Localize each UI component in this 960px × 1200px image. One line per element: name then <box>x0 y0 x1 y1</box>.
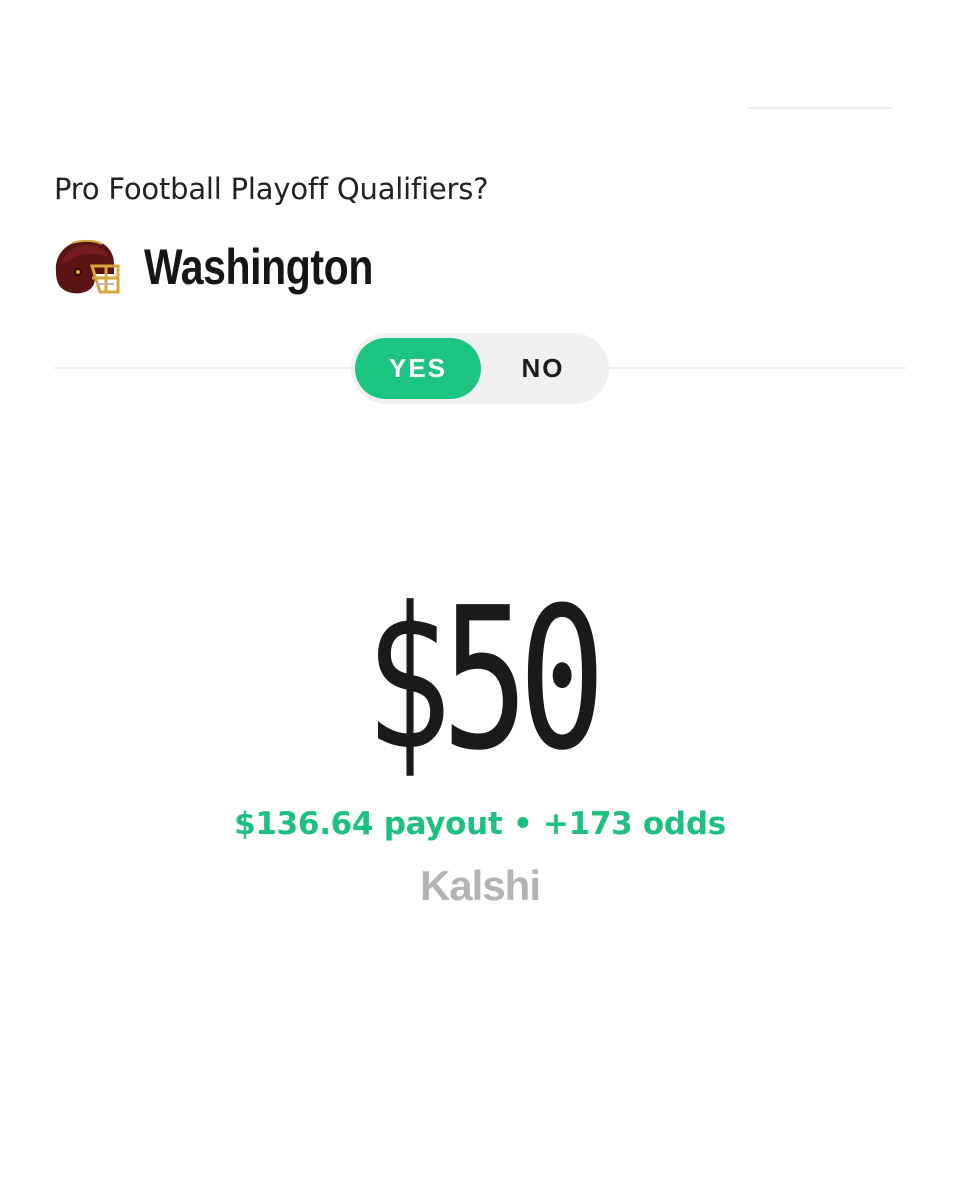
payout-odds-text: $136.64 payout • +173 odds <box>234 806 726 842</box>
yes-no-toggle: YES NO <box>351 333 609 404</box>
bet-amount[interactable]: $50 <box>0 575 960 785</box>
team-name: Washington <box>144 239 373 295</box>
brand-logo: Kalshi <box>419 862 541 909</box>
market-question: Pro Football Playoff Qualifiers? <box>54 172 489 206</box>
football-helmet-icon <box>55 239 120 294</box>
team-row: Washington <box>50 232 423 302</box>
top-divider <box>748 107 892 109</box>
no-button[interactable]: NO <box>481 338 605 399</box>
yes-button[interactable]: YES <box>355 338 481 399</box>
bet-amount-value: $50 <box>364 566 606 794</box>
